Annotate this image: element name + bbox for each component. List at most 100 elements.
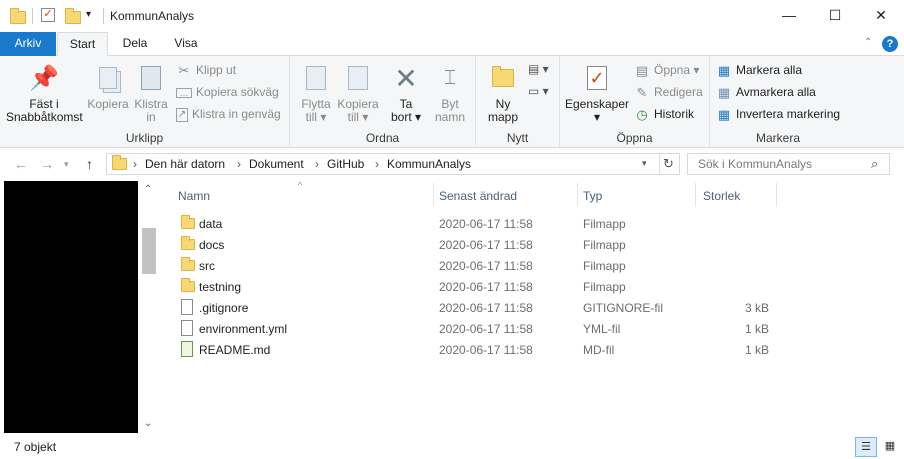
copy-button[interactable]: Kopiera (86, 62, 130, 111)
column-header-modified[interactable]: Senast ändrad (439, 189, 517, 203)
history-button[interactable]: ◷ Historik (634, 104, 694, 124)
copy-to-button[interactable]: Kopiera till ▾ (336, 62, 380, 124)
shortcut-icon: ↗ (176, 107, 188, 122)
properties-icon[interactable]: ✓ (41, 8, 55, 22)
select-none-label: Avmarkera alla (736, 85, 816, 99)
address-divider (659, 154, 660, 174)
select-none-button[interactable]: ▦ Avmarkera alla (716, 82, 816, 102)
breadcrumb-separator-icon[interactable]: › (237, 157, 241, 171)
folder-icon (181, 257, 195, 271)
table-row[interactable]: docs 2020-06-17 11:58 Filmapp (176, 234, 776, 255)
edit-button[interactable]: ✎ Redigera (634, 82, 703, 102)
open-icon: ▤ (635, 62, 649, 78)
collapse-ribbon-icon[interactable]: ⌃ (864, 37, 872, 48)
file-list: ^ Namn Senast ändrad Typ Storlek data 202… (160, 180, 904, 434)
rename-label-2: namn (434, 110, 466, 124)
details-view-icon[interactable]: ☰ (855, 437, 877, 457)
column-divider[interactable] (776, 183, 777, 207)
search-icon[interactable]: ⌕ (871, 156, 878, 172)
new-folder-qat-icon[interactable] (65, 8, 81, 24)
title-divider (103, 8, 104, 24)
breadcrumb-separator-icon[interactable]: › (133, 157, 137, 171)
copy-path-button[interactable]: … Kopiera sökväg (176, 82, 279, 102)
table-row[interactable]: testning 2020-06-17 11:58 Filmapp (176, 276, 776, 297)
select-all-button[interactable]: ▦ Markera alla (716, 60, 802, 80)
address-dropdown-icon[interactable]: ▾ (642, 158, 647, 169)
title-bar: ✓ ▾ KommunAnalys — ☐ ✕ (0, 0, 904, 32)
search-input[interactable]: Sök i KommunAnalys (698, 157, 812, 171)
scroll-down-icon[interactable]: ⌄ (144, 418, 152, 429)
group-ordna: Flytta till ▾ Kopiera till ▾ ✕ Ta bort ▾… (290, 56, 476, 148)
table-row[interactable]: data 2020-06-17 11:58 Filmapp (176, 213, 776, 234)
back-arrow-icon[interactable]: ← (14, 156, 28, 172)
invert-selection-button[interactable]: ▦ Invertera markering (716, 104, 840, 124)
help-icon[interactable]: ? (882, 36, 898, 52)
table-row[interactable]: src 2020-06-17 11:58 Filmapp (176, 255, 776, 276)
sort-ascending-icon: ^ (298, 180, 303, 190)
refresh-icon[interactable]: ↻ (663, 156, 674, 172)
folder-icon (181, 278, 195, 292)
copy-icon (92, 62, 124, 94)
copy-to-label-2: till ▾ (347, 110, 369, 124)
delete-button[interactable]: ✕ Ta bort ▾ (386, 62, 426, 124)
search-box[interactable]: Sök i KommunAnalys ⌕ (687, 153, 890, 175)
column-header-type[interactable]: Typ (583, 189, 602, 203)
up-arrow-icon[interactable]: ↑ (86, 156, 93, 172)
tab-visa[interactable]: Visa (160, 32, 212, 56)
pin-icon: 📌 (29, 64, 59, 92)
tab-start[interactable]: Start (57, 32, 108, 57)
new-item-icon[interactable]: ▤ ▾ (528, 62, 549, 76)
cell-type: Filmapp (583, 238, 626, 252)
column-divider[interactable] (433, 183, 434, 207)
breadcrumb-item-github[interactable]: GitHub (327, 157, 364, 171)
tab-arkiv[interactable]: Arkiv (0, 32, 56, 56)
cell-name: data (199, 217, 223, 231)
paste-shortcut-button[interactable]: ↗ Klistra in genväg (176, 104, 281, 124)
recent-locations-icon[interactable]: ▾ (64, 159, 69, 170)
path-icon: … (176, 87, 192, 98)
qat-customize-icon[interactable]: ▾ (86, 9, 91, 20)
invert-selection-label: Invertera markering (736, 107, 841, 121)
close-button[interactable]: ✕ (858, 0, 904, 32)
breadcrumb-separator-icon[interactable]: › (375, 157, 379, 171)
breadcrumb-separator-icon[interactable]: › (315, 157, 319, 171)
large-icons-view-icon[interactable]: ▦ (880, 437, 900, 457)
column-header-name[interactable]: Namn (178, 189, 210, 203)
cell-type: YML-fil (583, 322, 621, 336)
open-button[interactable]: ▤ Öppna ▾ (634, 60, 700, 80)
column-divider[interactable] (695, 183, 696, 207)
forward-arrow-icon[interactable]: → (40, 156, 54, 172)
group-label-urklipp: Urklipp (125, 131, 164, 145)
address-bar[interactable]: › Den här datorn › Dokument › GitHub › K… (106, 153, 680, 175)
tab-dela[interactable]: Dela (110, 32, 160, 56)
rename-button[interactable]: ⌶ Byt namn (430, 62, 470, 124)
cut-button[interactable]: ✂ Klipp ut (176, 60, 236, 80)
table-row[interactable]: environment.yml 2020-06-17 11:58 YML-fil 1 … (176, 318, 776, 339)
properties-button[interactable]: ✓ Egenskaper ▾ (564, 62, 630, 124)
breadcrumb-item-documents[interactable]: Dokument (249, 157, 304, 171)
maximize-button[interactable]: ☐ (812, 0, 858, 32)
pin-quick-access-button[interactable]: 📌 Fäst i Snabbåtkomst (6, 62, 83, 124)
navigation-pane: ⌃ ⌄ (0, 180, 160, 434)
move-to-button[interactable]: Flytta till ▾ (296, 62, 336, 124)
cell-name: src (199, 259, 215, 273)
markdown-file-icon (181, 341, 193, 357)
table-row[interactable]: .gitignore 2020-06-17 11:58 GITIGNORE-fil 3… (176, 297, 776, 318)
scissors-icon: ✂ (178, 62, 190, 78)
table-row[interactable]: README.md 2020-06-17 11:58 MD-fil 1 kB (176, 339, 776, 360)
column-header-size[interactable]: Storlek (703, 189, 740, 203)
breadcrumb-item-kommunanalys[interactable]: KommunAnalys (387, 157, 471, 171)
breadcrumb-item-this-pc[interactable]: Den här datorn (145, 157, 225, 171)
cell-name: .gitignore (199, 301, 249, 315)
column-divider[interactable] (577, 183, 578, 207)
properties-dropdown-icon: ▾ (593, 110, 601, 124)
new-folder-button[interactable]: Ny mapp (482, 62, 524, 124)
select-none-icon: ▦ (717, 84, 731, 100)
navigation-scrollbar[interactable]: ⌃ ⌄ (140, 180, 158, 434)
select-all-label: Markera alla (736, 63, 803, 77)
easy-access-icon[interactable]: ▭ ▾ (528, 84, 549, 98)
paste-button[interactable]: Klistra in (132, 62, 170, 124)
scrollbar-thumb[interactable] (142, 228, 156, 274)
scroll-up-icon[interactable]: ⌃ (144, 184, 152, 195)
minimize-button[interactable]: — (766, 0, 812, 32)
